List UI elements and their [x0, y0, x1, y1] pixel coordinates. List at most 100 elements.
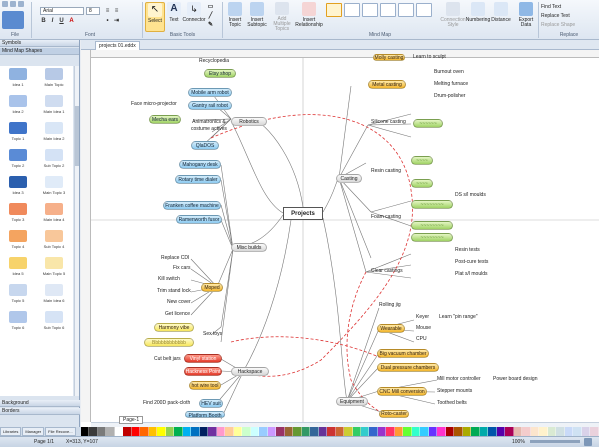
node-mecha-ears[interactable]: Mecha ears: [149, 115, 181, 124]
color-swatch[interactable]: [488, 427, 497, 436]
shape-item[interactable]: Idea 2: [0, 95, 36, 122]
node-cpu[interactable]: CPU: [416, 336, 427, 343]
color-swatch[interactable]: [454, 427, 463, 436]
shape-item[interactable]: Main Idea 1: [36, 95, 72, 122]
shape-item[interactable]: Topic 3: [0, 203, 36, 230]
node-toothed-belts[interactable]: Toothed belts: [437, 400, 467, 407]
mindmap-layout-6[interactable]: [416, 3, 432, 17]
color-swatch[interactable]: [81, 427, 90, 436]
shape-item[interactable]: Sub Topic 2: [36, 149, 72, 176]
color-swatch[interactable]: [327, 427, 336, 436]
connection-style-button[interactable]: Connection Style: [440, 2, 466, 32]
node-qladOS[interactable]: QlaDOS: [191, 141, 219, 150]
redo-icon[interactable]: [18, 1, 24, 7]
central-topic[interactable]: Projects: [283, 207, 323, 220]
color-swatch[interactable]: [411, 427, 421, 436]
color-swatch[interactable]: [479, 427, 489, 436]
node-rotary-time-dialer[interactable]: Rotary time dialer: [175, 175, 221, 184]
color-swatch[interactable]: [259, 427, 268, 436]
library-scrollbar[interactable]: [74, 66, 79, 396]
bold-button[interactable]: B: [40, 18, 47, 25]
node-post-cure-tests[interactable]: Post-cure tests: [455, 259, 488, 266]
replace-text-button[interactable]: Replace Text: [541, 13, 570, 19]
align-left-icon[interactable]: ≡: [104, 8, 111, 15]
color-swatch[interactable]: [428, 427, 438, 436]
node-recyclopedia[interactable]: Recyclopedia: [199, 58, 229, 65]
color-swatch[interactable]: [165, 427, 175, 436]
drawing-canvas[interactable]: projects 01.eddx Projects Robotics Misc …: [81, 40, 599, 436]
node-fix-cars[interactable]: Fix cars: [173, 265, 191, 272]
node-mobile-arm-robot[interactable]: Mobile arm robot: [188, 88, 232, 97]
color-swatch[interactable]: [377, 427, 387, 436]
select-button[interactable]: ↖ Select: [145, 2, 165, 32]
color-swatch[interactable]: [539, 427, 548, 436]
node-mouse[interactable]: Mouse: [416, 325, 431, 332]
node-moped[interactable]: Moped: [201, 283, 223, 292]
node-franken-coffee-machine[interactable]: Franken coffee machine: [163, 201, 221, 210]
mindmap-layout-2[interactable]: [344, 3, 360, 17]
node-mill-motor-controller[interactable]: Mill motor controller: [437, 376, 481, 383]
color-swatch[interactable]: [437, 427, 446, 436]
font-name-field[interactable]: Arial: [40, 7, 84, 15]
color-swatch[interactable]: [233, 427, 243, 436]
font-size-field[interactable]: 8: [86, 7, 100, 15]
color-swatch[interactable]: [581, 427, 591, 436]
color-swatch[interactable]: [106, 427, 115, 436]
connector-button[interactable]: ↳ Connector: [182, 2, 206, 32]
color-swatch[interactable]: [310, 427, 319, 436]
node-big-vacuum-chamber[interactable]: Big vacuum chamber: [377, 349, 429, 358]
color-swatch[interactable]: [590, 427, 599, 436]
color-swatch[interactable]: [208, 427, 217, 436]
node-hev-suit[interactable]: HEV suit: [199, 399, 223, 408]
text-button[interactable]: A Text: [165, 2, 183, 32]
node-resin-blurred-2[interactable]: ~~~~: [411, 179, 433, 188]
color-swatch[interactable]: [445, 427, 455, 436]
color-swatch[interactable]: [556, 427, 565, 436]
library-section-mind-map[interactable]: Mind Map Shapes: [0, 48, 79, 55]
node-stepper-mounts[interactable]: Stepper mounts: [437, 388, 472, 395]
library-section-background[interactable]: Background: [0, 400, 80, 407]
bullets-icon[interactable]: •: [104, 18, 111, 25]
node-kill-switch[interactable]: Kill switch: [158, 276, 180, 283]
node-new-cover[interactable]: New cover: [167, 299, 191, 306]
mindmap-layout-5[interactable]: [398, 3, 414, 17]
mindmap-layout-1[interactable]: [326, 3, 342, 17]
insert-relationship-button[interactable]: Insert Relationship: [295, 2, 323, 32]
color-swatch[interactable]: [284, 427, 294, 436]
node-blurred-misc[interactable]: Bbbbbbbbbbbb: [144, 338, 194, 347]
node-keyer[interactable]: Keyer: [416, 314, 429, 321]
node-clear-castings[interactable]: Clear castings: [371, 268, 403, 275]
node-sex-toys[interactable]: Sex toys: [203, 331, 222, 338]
tab-libraries[interactable]: Libraries: [0, 427, 22, 436]
color-swatch[interactable]: [199, 427, 209, 436]
undo-icon[interactable]: [10, 1, 16, 7]
node-metal-casting[interactable]: Metal casting: [368, 80, 406, 89]
shape-item[interactable]: Idea 5: [0, 257, 36, 284]
mindmap-layout-3[interactable]: [362, 3, 378, 17]
color-swatch[interactable]: [293, 427, 302, 436]
node-vinyl-station[interactable]: Vinyl station: [184, 354, 222, 363]
color-swatch[interactable]: [174, 427, 183, 436]
color-swatch[interactable]: [386, 427, 395, 436]
color-swatch[interactable]: [123, 427, 132, 436]
color-swatch[interactable]: [182, 427, 192, 436]
pen-tool-icon[interactable]: ✎: [207, 22, 214, 29]
color-swatch[interactable]: [267, 427, 277, 436]
zoom-slider[interactable]: [530, 440, 580, 443]
node-harmony-vibe[interactable]: Harmony vibe: [154, 323, 194, 332]
color-swatch[interactable]: [360, 427, 370, 436]
node-gantry-rail-robot[interactable]: Gantry rail robot: [188, 101, 232, 110]
color-swatch[interactable]: [471, 427, 480, 436]
color-swatch[interactable]: [250, 427, 260, 436]
scrollbar-thumb[interactable]: [75, 106, 79, 166]
color-swatch[interactable]: [131, 427, 141, 436]
tab-manager[interactable]: Manager: [22, 427, 45, 436]
node-hot-wire-tool[interactable]: hot wire tool: [189, 381, 221, 390]
color-swatch[interactable]: [513, 427, 523, 436]
save-icon[interactable]: [2, 1, 8, 7]
color-swatch[interactable]: [573, 427, 582, 436]
branch-casting[interactable]: Casting: [336, 174, 362, 183]
color-swatch[interactable]: [462, 427, 472, 436]
node-trim-stand-lock[interactable]: Trim stand lock: [157, 288, 191, 295]
numbering-button[interactable]: Numbering: [466, 2, 490, 32]
